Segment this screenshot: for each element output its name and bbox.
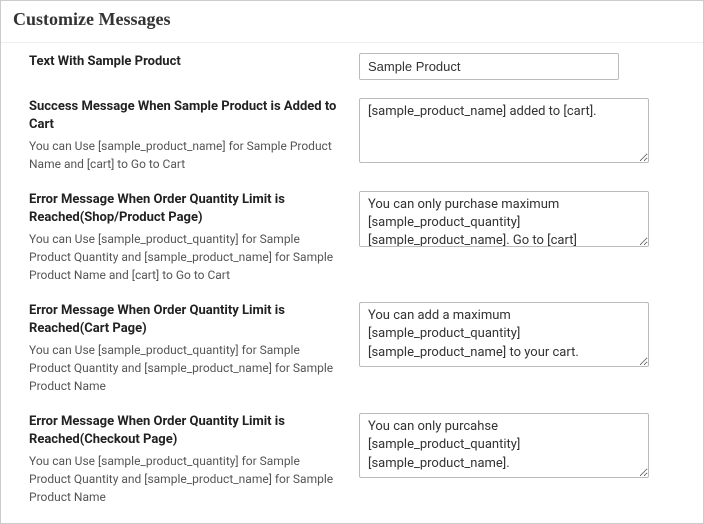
page-title: Customize Messages bbox=[1, 1, 703, 36]
label-error-qty-cart: Error Message When Order Quantity Limit … bbox=[29, 302, 341, 337]
form-area: Text With Sample Product Success Message… bbox=[1, 53, 703, 524]
textarea-error-qty-checkout[interactable]: You can only purcahse [sample_product_qu… bbox=[359, 413, 649, 478]
label-success-added: Success Message When Sample Product is A… bbox=[29, 98, 341, 133]
settings-panel: Customize Messages Text With Sample Prod… bbox=[0, 0, 704, 524]
help-error-qty-shop: You can Use [sample_product_quantity] fo… bbox=[29, 230, 341, 284]
help-error-qty-checkout: You can Use [sample_product_quantity] fo… bbox=[29, 452, 341, 506]
textarea-error-qty-shop[interactable]: You can only purchase maximum [sample_pr… bbox=[359, 191, 649, 247]
input-sample-text[interactable] bbox=[359, 53, 619, 80]
textarea-error-qty-cart[interactable]: You can add a maximum [sample_product_qu… bbox=[359, 302, 649, 367]
row-sample-text: Text With Sample Product bbox=[29, 53, 675, 80]
label-error-qty-shop: Error Message When Order Quantity Limit … bbox=[29, 191, 341, 226]
row-error-qty-cart: Error Message When Order Quantity Limit … bbox=[29, 302, 675, 395]
label-sample-text: Text With Sample Product bbox=[29, 53, 341, 71]
label-error-qty-checkout: Error Message When Order Quantity Limit … bbox=[29, 413, 341, 448]
row-success-added: Success Message When Sample Product is A… bbox=[29, 98, 675, 173]
divider bbox=[1, 42, 703, 43]
row-error-qty-checkout: Error Message When Order Quantity Limit … bbox=[29, 413, 675, 506]
help-error-qty-cart: You can Use [sample_product_quantity] fo… bbox=[29, 341, 341, 395]
textarea-success-added[interactable]: [sample_product_name] added to [cart]. bbox=[359, 98, 649, 163]
help-success-added: You can Use [sample_product_name] for Sa… bbox=[29, 137, 341, 173]
row-error-qty-shop: Error Message When Order Quantity Limit … bbox=[29, 191, 675, 284]
